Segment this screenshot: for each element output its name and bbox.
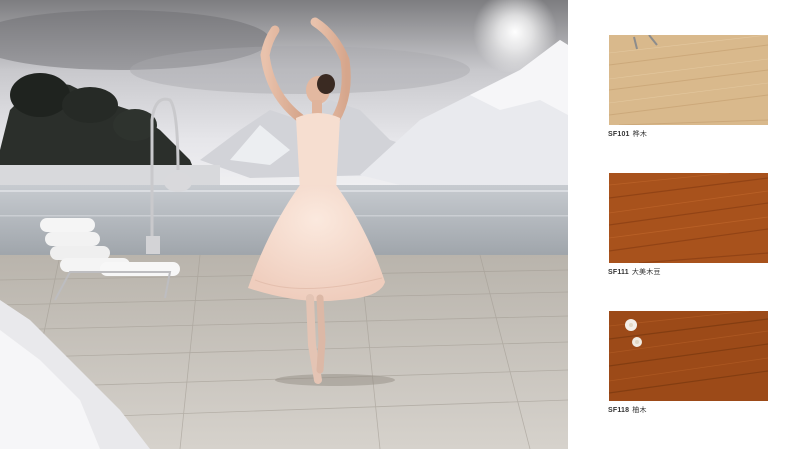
product-code: SF111	[608, 269, 629, 276]
product-name: 大美木豆	[631, 268, 661, 276]
swatch-sf111	[609, 173, 768, 263]
swatch-sf118	[609, 311, 768, 401]
product-panel: SF101 桦木 SF111 大美木豆 SF118 柚木	[568, 0, 800, 449]
swatch-sf101	[609, 35, 768, 125]
caption-sf111: SF111 大美木豆	[608, 267, 778, 277]
caption-sf101: SF101 桦木	[608, 129, 778, 139]
caption-sf118: SF118 柚木	[608, 405, 778, 415]
product-name: 桦木	[632, 130, 648, 138]
hero-scene-image	[0, 0, 568, 449]
product-code: SF118	[608, 407, 630, 414]
product-code: SF101	[608, 131, 630, 138]
product-name: 柚木	[632, 406, 647, 414]
